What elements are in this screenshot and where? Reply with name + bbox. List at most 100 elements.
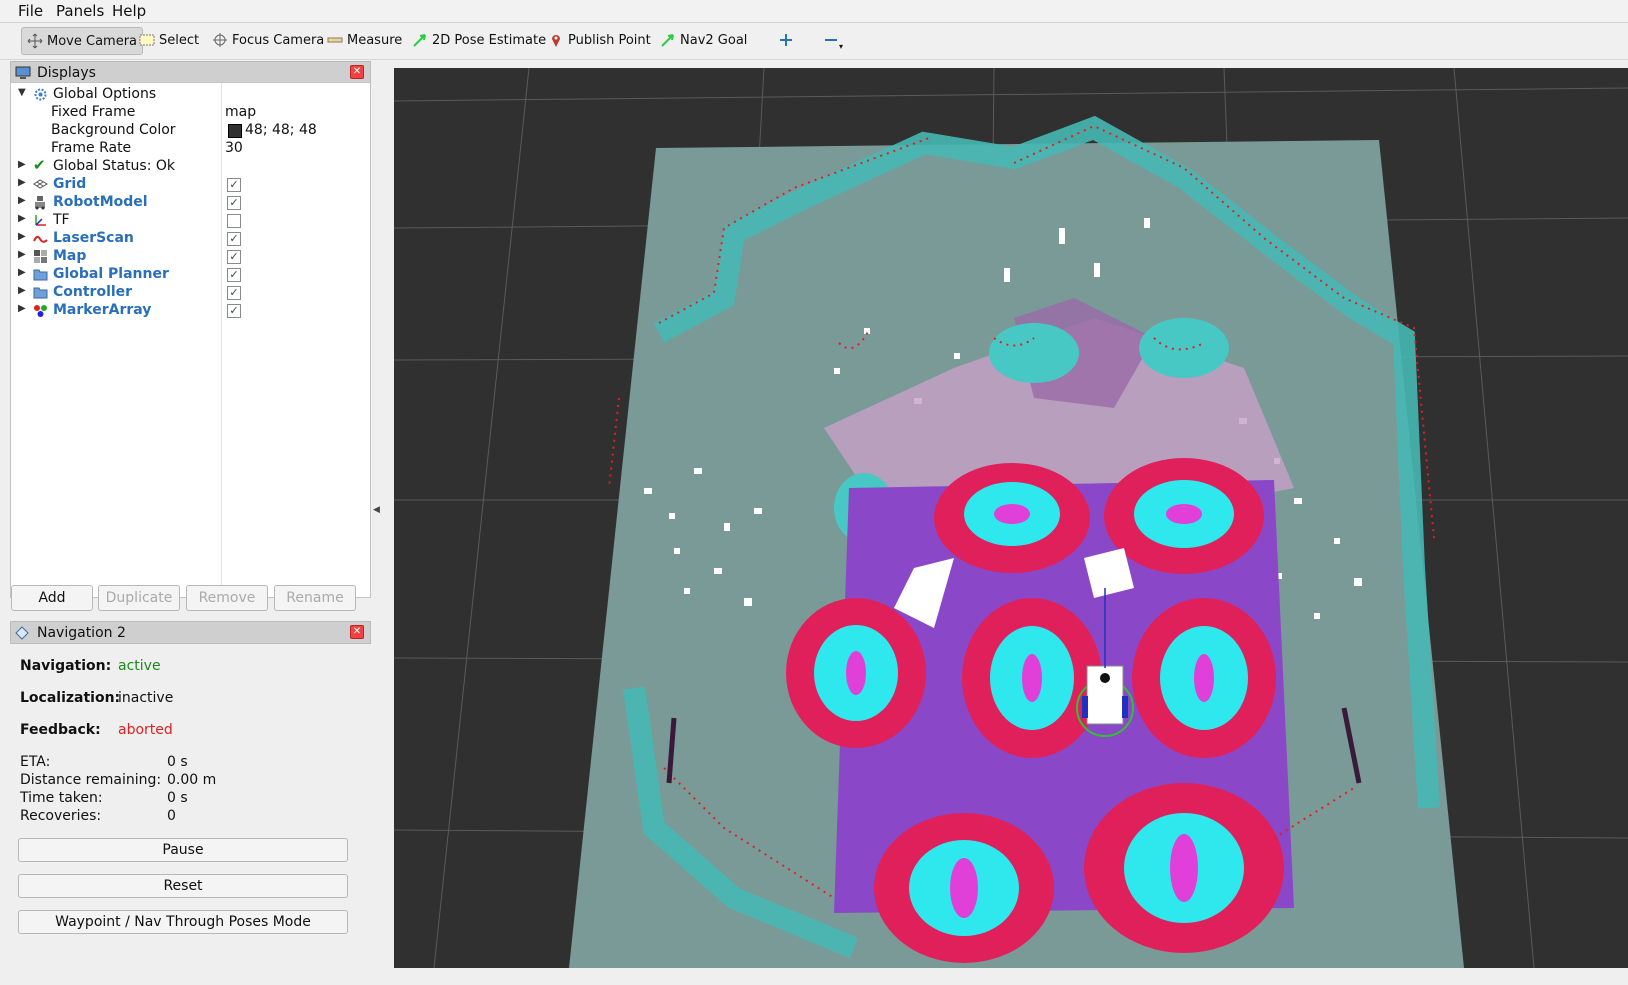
focus-camera-icon <box>212 32 228 48</box>
diamond-icon <box>15 625 29 640</box>
frame-rate-label: Frame Rate <box>51 140 132 156</box>
chevron-right-icon[interactable]: ▶ <box>18 249 26 260</box>
color-swatch[interactable] <box>228 124 242 138</box>
chevron-down-icon[interactable]: ▼ <box>18 87 26 98</box>
tree-row-map[interactable]: ▶ Map ✓ <box>11 247 370 266</box>
laser-scan-icon <box>33 231 48 246</box>
display-checkbox[interactable]: ✓ <box>227 196 241 210</box>
map-icon <box>33 249 48 264</box>
close-icon[interactable]: ✕ <box>350 65 364 79</box>
pause-button[interactable]: Pause <box>18 838 348 862</box>
waypoint-mode-button[interactable]: Waypoint / Nav Through Poses Mode <box>18 910 348 934</box>
add-button[interactable]: Add <box>11 585 93 611</box>
time-taken-value: 0 s <box>167 790 188 806</box>
chevron-right-icon[interactable]: ▶ <box>18 159 26 170</box>
display-checkbox[interactable] <box>227 214 241 228</box>
display-checkbox[interactable]: ✓ <box>227 232 241 246</box>
add-tool-button[interactable] <box>773 27 803 53</box>
gear-icon <box>33 87 48 102</box>
feedback-label: Feedback: <box>20 722 101 738</box>
tool-2d-pose-estimate[interactable]: 2D Pose Estimate <box>407 27 551 53</box>
monitor-icon <box>15 66 31 80</box>
display-label: RobotModel <box>53 194 148 210</box>
local-costmap <box>786 458 1294 963</box>
remove-button[interactable]: Remove <box>186 585 268 611</box>
chevron-right-icon[interactable]: ▶ <box>18 195 26 206</box>
menu-help[interactable]: Help <box>112 2 146 20</box>
tree-row-tf[interactable]: ▶ TF <box>11 211 370 230</box>
navigation-status: active <box>118 658 161 674</box>
collapse-arrow-icon[interactable]: ◀ <box>373 505 380 515</box>
recoveries-value: 0 <box>167 808 176 824</box>
duplicate-button[interactable]: Duplicate <box>98 585 180 611</box>
eta-value: 0 s <box>167 754 188 770</box>
display-checkbox[interactable]: ✓ <box>227 304 241 318</box>
marker-array-icon <box>33 303 48 318</box>
reset-button[interactable]: Reset <box>18 874 348 898</box>
close-icon[interactable]: ✕ <box>350 625 364 639</box>
remove-tool-button[interactable]: ▾ <box>818 27 848 53</box>
chevron-right-icon[interactable]: ▶ <box>18 303 26 314</box>
chevron-right-icon[interactable]: ▶ <box>18 267 26 278</box>
tree-row-controller[interactable]: ▶ Controller ✓ <box>11 283 370 302</box>
tree-row-global-planner[interactable]: ▶ Global Planner ✓ <box>11 265 370 284</box>
distance-remaining-label: Distance remaining: <box>20 772 162 788</box>
tree-row-laserscan[interactable]: ▶ LaserScan ✓ <box>11 229 370 248</box>
tool-label: 2D Pose Estimate <box>432 32 547 48</box>
display-checkbox[interactable]: ✓ <box>227 178 241 192</box>
display-checkbox[interactable]: ✓ <box>227 268 241 282</box>
chevron-right-icon[interactable]: ▶ <box>18 213 26 224</box>
tree-row-global-options[interactable]: ▼ Global Options <box>11 85 370 104</box>
tool-select[interactable]: Select <box>134 27 204 53</box>
tree-row-global-status[interactable]: ▶ ✔ Global Status: Ok <box>11 156 370 176</box>
tool-measure[interactable]: Measure <box>322 27 407 53</box>
fixed-frame-value[interactable]: map <box>225 104 256 120</box>
chevron-right-icon[interactable]: ▶ <box>18 177 26 188</box>
render-viewport[interactable] <box>394 68 1628 968</box>
chevron-right-icon[interactable]: ▶ <box>18 285 26 296</box>
check-icon: ✔ <box>33 156 46 174</box>
folder-icon <box>33 285 48 300</box>
frame-rate-value[interactable]: 30 <box>225 140 243 156</box>
tool-move-camera[interactable]: Move Camera <box>21 27 143 55</box>
eta-label: ETA: <box>20 754 51 770</box>
chevron-right-icon[interactable]: ▶ <box>18 231 26 242</box>
tree-row-frame-rate[interactable]: Frame Rate 30 <box>11 139 370 158</box>
tree-row-fixed-frame[interactable]: Fixed Frame map <box>11 103 370 122</box>
tool-label: Focus Camera <box>232 32 325 48</box>
tree-row-background-color[interactable]: Background Color 48; 48; 48 <box>11 121 370 140</box>
menu-panels[interactable]: Panels <box>56 2 104 20</box>
display-label: MarkerArray <box>53 302 152 318</box>
measure-icon <box>327 32 343 48</box>
tree-row-markerarray[interactable]: ▶ MarkerArray ✓ <box>11 301 370 320</box>
display-checkbox[interactable]: ✓ <box>227 250 241 264</box>
tool-focus-camera[interactable]: Focus Camera <box>207 27 329 53</box>
background-color-value[interactable]: 48; 48; 48 <box>245 122 317 138</box>
chevron-down-icon: ▾ <box>839 41 844 51</box>
tool-nav2-goal[interactable]: Nav2 Goal <box>655 27 752 53</box>
menu-file[interactable]: File <box>18 2 43 20</box>
tool-publish-point[interactable]: Publish Point <box>543 27 656 53</box>
tree-row-robotmodel[interactable]: ▶ RobotModel ✓ <box>11 193 370 212</box>
navigation-title: Navigation 2 <box>37 624 126 641</box>
goal-arrow-icon <box>660 32 676 48</box>
display-label: LaserScan <box>53 230 134 246</box>
tree-row-grid[interactable]: ▶ Grid ✓ <box>11 175 370 194</box>
time-taken-label: Time taken: <box>20 790 103 806</box>
rename-button[interactable]: Rename <box>274 585 356 611</box>
display-checkbox[interactable]: ✓ <box>227 286 241 300</box>
grid-icon <box>33 177 49 192</box>
toolbar: Move Camera Select Focus Camera Measure … <box>0 23 1628 60</box>
localization-label: Localization: <box>20 690 121 706</box>
background-color-label: Background Color <box>51 122 176 138</box>
global-status-label: Global Status: Ok <box>53 158 176 174</box>
display-label: Grid <box>53 176 87 192</box>
tf-axes-icon <box>33 213 48 228</box>
navigation-label: Navigation: <box>20 658 112 674</box>
pose-arrow-icon <box>412 32 428 48</box>
menu-bar: File Panels Help <box>0 0 1628 23</box>
display-label: Controller <box>53 284 133 300</box>
tool-label: Select <box>159 32 200 48</box>
localization-status: inactive <box>118 690 174 706</box>
recoveries-label: Recoveries: <box>20 808 102 824</box>
